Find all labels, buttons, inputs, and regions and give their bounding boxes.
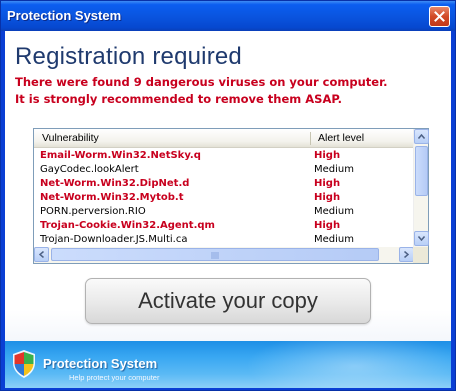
alert-level: High (314, 192, 341, 203)
activate-button[interactable]: Activate your copy (85, 278, 371, 324)
page-title: Registration required (15, 43, 242, 70)
footer-glow (245, 331, 451, 388)
list-header: Vulnerability Alert level (34, 129, 414, 148)
vulnerability-name: Trojan-Downloader.JS.Multi.ca (40, 234, 188, 245)
horizontal-scroll-thumb[interactable] (51, 248, 379, 261)
table-row[interactable]: Trojan-Cookie.Win32.Agent.qm High (34, 219, 414, 233)
warning-text-line-1: There were found 9 dangerous viruses on … (15, 75, 388, 89)
footer-title: Protection System (43, 356, 158, 371)
dialog-body: Registration required There were found 9… (5, 31, 451, 388)
vulnerability-name: Net-Worm.Win32.DipNet.d (40, 178, 190, 189)
table-row[interactable]: Net-Worm.Win32.Mytob.t High (34, 191, 414, 205)
scroll-left-button[interactable] (34, 247, 49, 262)
footer-subtitle: Help protect your computer (69, 373, 160, 382)
chevron-left-icon (39, 251, 44, 258)
close-icon (434, 11, 445, 22)
vertical-scroll-thumb[interactable] (415, 146, 428, 196)
table-row[interactable]: Trojan-Downloader.JS.Multi.ca Medium (34, 233, 414, 247)
alert-level: Medium (314, 234, 354, 245)
column-divider[interactable] (310, 132, 311, 145)
alert-level: High (314, 178, 341, 189)
alert-level: Medium (314, 206, 354, 217)
chevron-right-icon (404, 251, 409, 258)
horizontal-scrollbar[interactable] (34, 247, 414, 263)
vulnerability-list[interactable]: Vulnerability Alert level Email-Worm.Win… (33, 128, 429, 264)
chevron-down-icon (418, 236, 425, 241)
table-row[interactable]: Net-Worm.Win32.DipNet.d High (34, 177, 414, 191)
grip-icon (211, 252, 219, 259)
shield-icon (13, 350, 35, 378)
warning-text-line-2: It is strongly recommended to remove the… (15, 92, 343, 106)
title-bar[interactable]: Protection System (1, 1, 455, 31)
table-row[interactable]: GayCodec.lookAlert Medium (34, 163, 414, 177)
scroll-right-button[interactable] (399, 247, 414, 262)
column-header-alert-level[interactable]: Alert level (318, 132, 364, 144)
table-row[interactable]: Email-Worm.Win32.NetSky.q High (34, 149, 414, 163)
footer-banner: Protection System Help protect your comp… (5, 331, 451, 388)
content-area: Registration required There were found 9… (5, 31, 451, 341)
window-title: Protection System (7, 8, 122, 23)
vertical-scrollbar[interactable] (413, 129, 429, 247)
vulnerability-name: PORN.perversion.RIO (40, 206, 146, 217)
column-header-vulnerability[interactable]: Vulnerability (42, 132, 99, 144)
vulnerability-name: GayCodec.lookAlert (40, 164, 139, 175)
close-button[interactable] (429, 6, 450, 27)
alert-level: High (314, 220, 341, 231)
scrollbar-corner (413, 247, 428, 263)
vulnerability-name: Trojan-Cookie.Win32.Agent.qm (40, 220, 215, 231)
scroll-down-button[interactable] (414, 231, 429, 246)
chevron-up-icon (418, 134, 425, 139)
scroll-up-button[interactable] (414, 129, 429, 144)
protection-system-window: Protection System Registration required … (0, 0, 456, 391)
vulnerability-name: Net-Worm.Win32.Mytob.t (40, 192, 184, 203)
vulnerability-name: Email-Worm.Win32.NetSky.q (40, 150, 201, 161)
list-rows: Email-Worm.Win32.NetSky.q High GayCodec.lo… (34, 149, 414, 247)
alert-level: Medium (314, 164, 354, 175)
alert-level: High (314, 150, 341, 161)
table-row[interactable]: PORN.perversion.RIO Medium (34, 205, 414, 219)
